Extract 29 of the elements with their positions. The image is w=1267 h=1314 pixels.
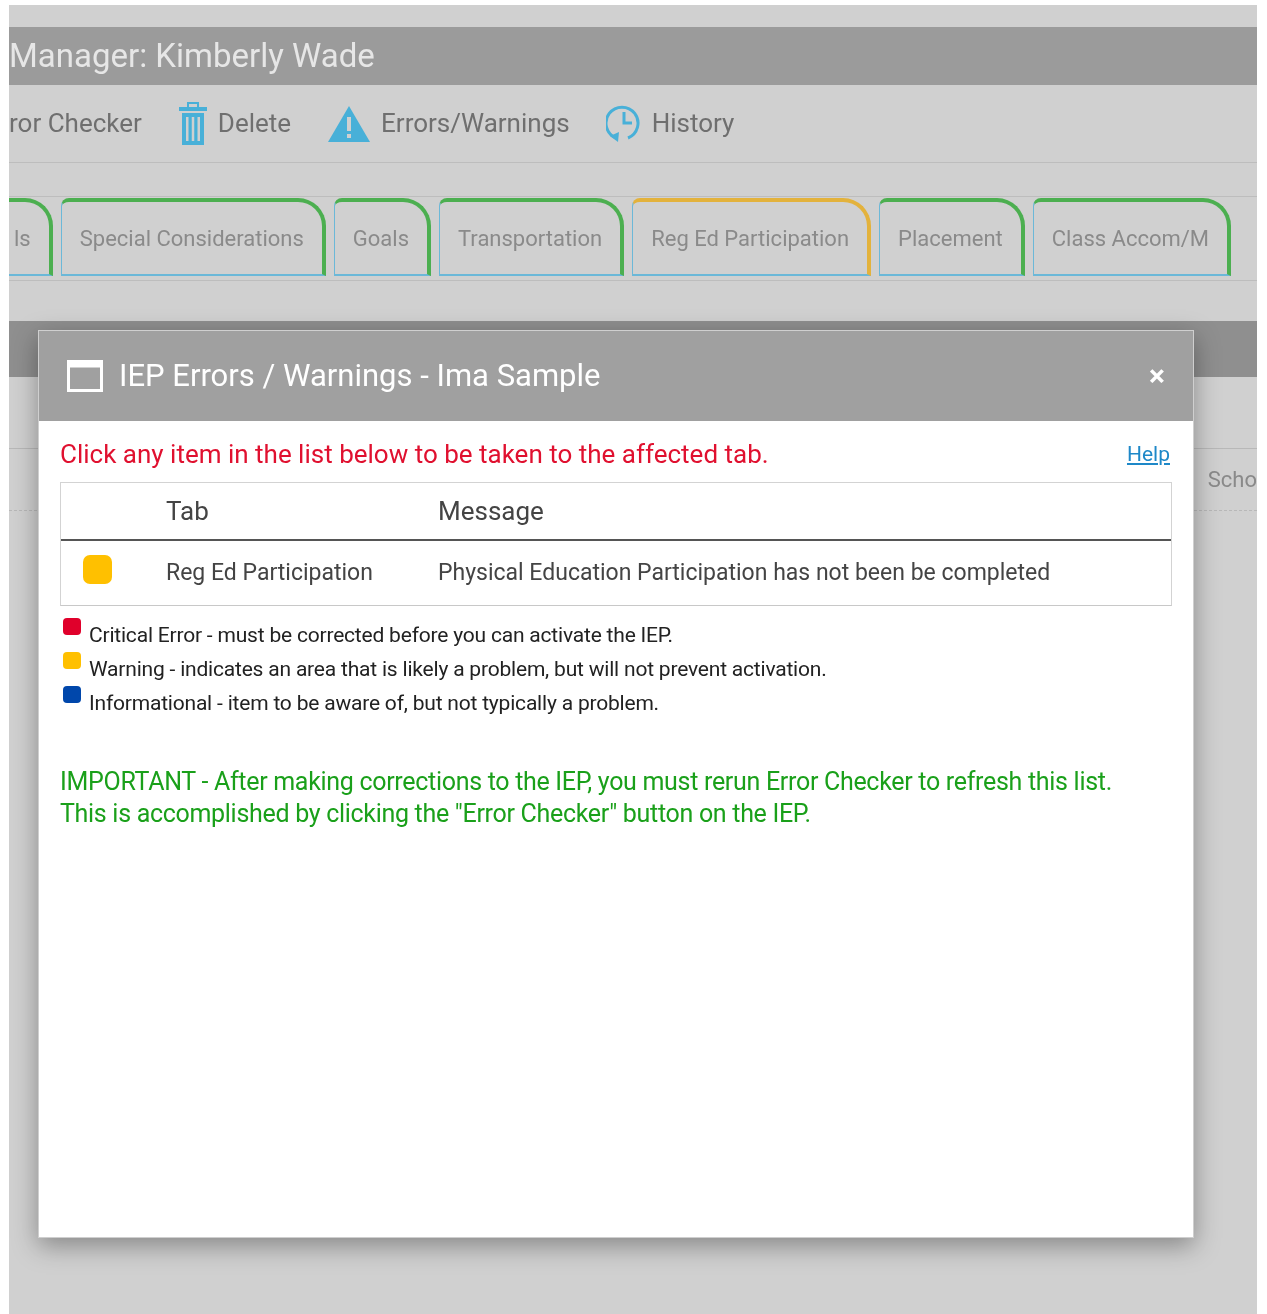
table-cell-text: Reg Ed Participation — [166, 557, 374, 588]
help-link[interactable]: Help — [1127, 438, 1170, 471]
legend-text: Critical Error - must be corrected before you can activate the IEP. — [89, 622, 673, 648]
tab[interactable]: Placement — [879, 198, 1025, 276]
toolbar-button[interactable]: Errors/Warnings — [327, 104, 570, 143]
tab[interactable]: Reg Ed Participation — [632, 198, 872, 276]
tab[interactable]: Transportation — [439, 198, 625, 276]
error-row[interactable]: Reg Ed Participation Physical Education Participation has not been be completed — [61, 541, 1171, 605]
toolbar-button[interactable]: ror Checker — [9, 104, 142, 143]
trash-icon — [177, 101, 208, 146]
toolbar-button[interactable]: Delete — [177, 101, 292, 146]
window-icon — [67, 360, 103, 392]
close-button[interactable]: × — [1149, 361, 1165, 391]
page-title: Manager: Kimberly Wade — [9, 35, 375, 78]
column-header: Tab — [166, 494, 210, 528]
table-cell-text: Physical Education Participation has not been be completed — [438, 557, 1052, 588]
column-header: Message — [438, 494, 545, 528]
tab[interactable]: Goals — [333, 198, 432, 276]
tab[interactable]: ls — [9, 198, 53, 276]
dialog-title: IEP Errors / Warnings - Ima Sample — [119, 355, 601, 396]
instruction-text: Click any item in the list below to be taken to the affected tab. — [60, 438, 769, 471]
important-note: IMPORTANT - After making corrections to the IEP, you must rerun Error Checker to refresh this list. This is accomplished by clicking the "Error Checker" button on the IEP. — [60, 766, 1113, 830]
warning-icon — [327, 104, 372, 143]
background-text: Scho — [1207, 466, 1257, 494]
tab[interactable]: Class Accom/M — [1032, 198, 1232, 276]
toolbar-button[interactable]: History — [605, 101, 735, 146]
legend-text: Informational - item to be aware of, but not typically a problem. — [89, 690, 659, 716]
tab[interactable]: Special Considerations — [60, 198, 326, 276]
legend-text: Warning - indicates an area that is likely a problem, but will not prevent activation. — [89, 656, 827, 682]
